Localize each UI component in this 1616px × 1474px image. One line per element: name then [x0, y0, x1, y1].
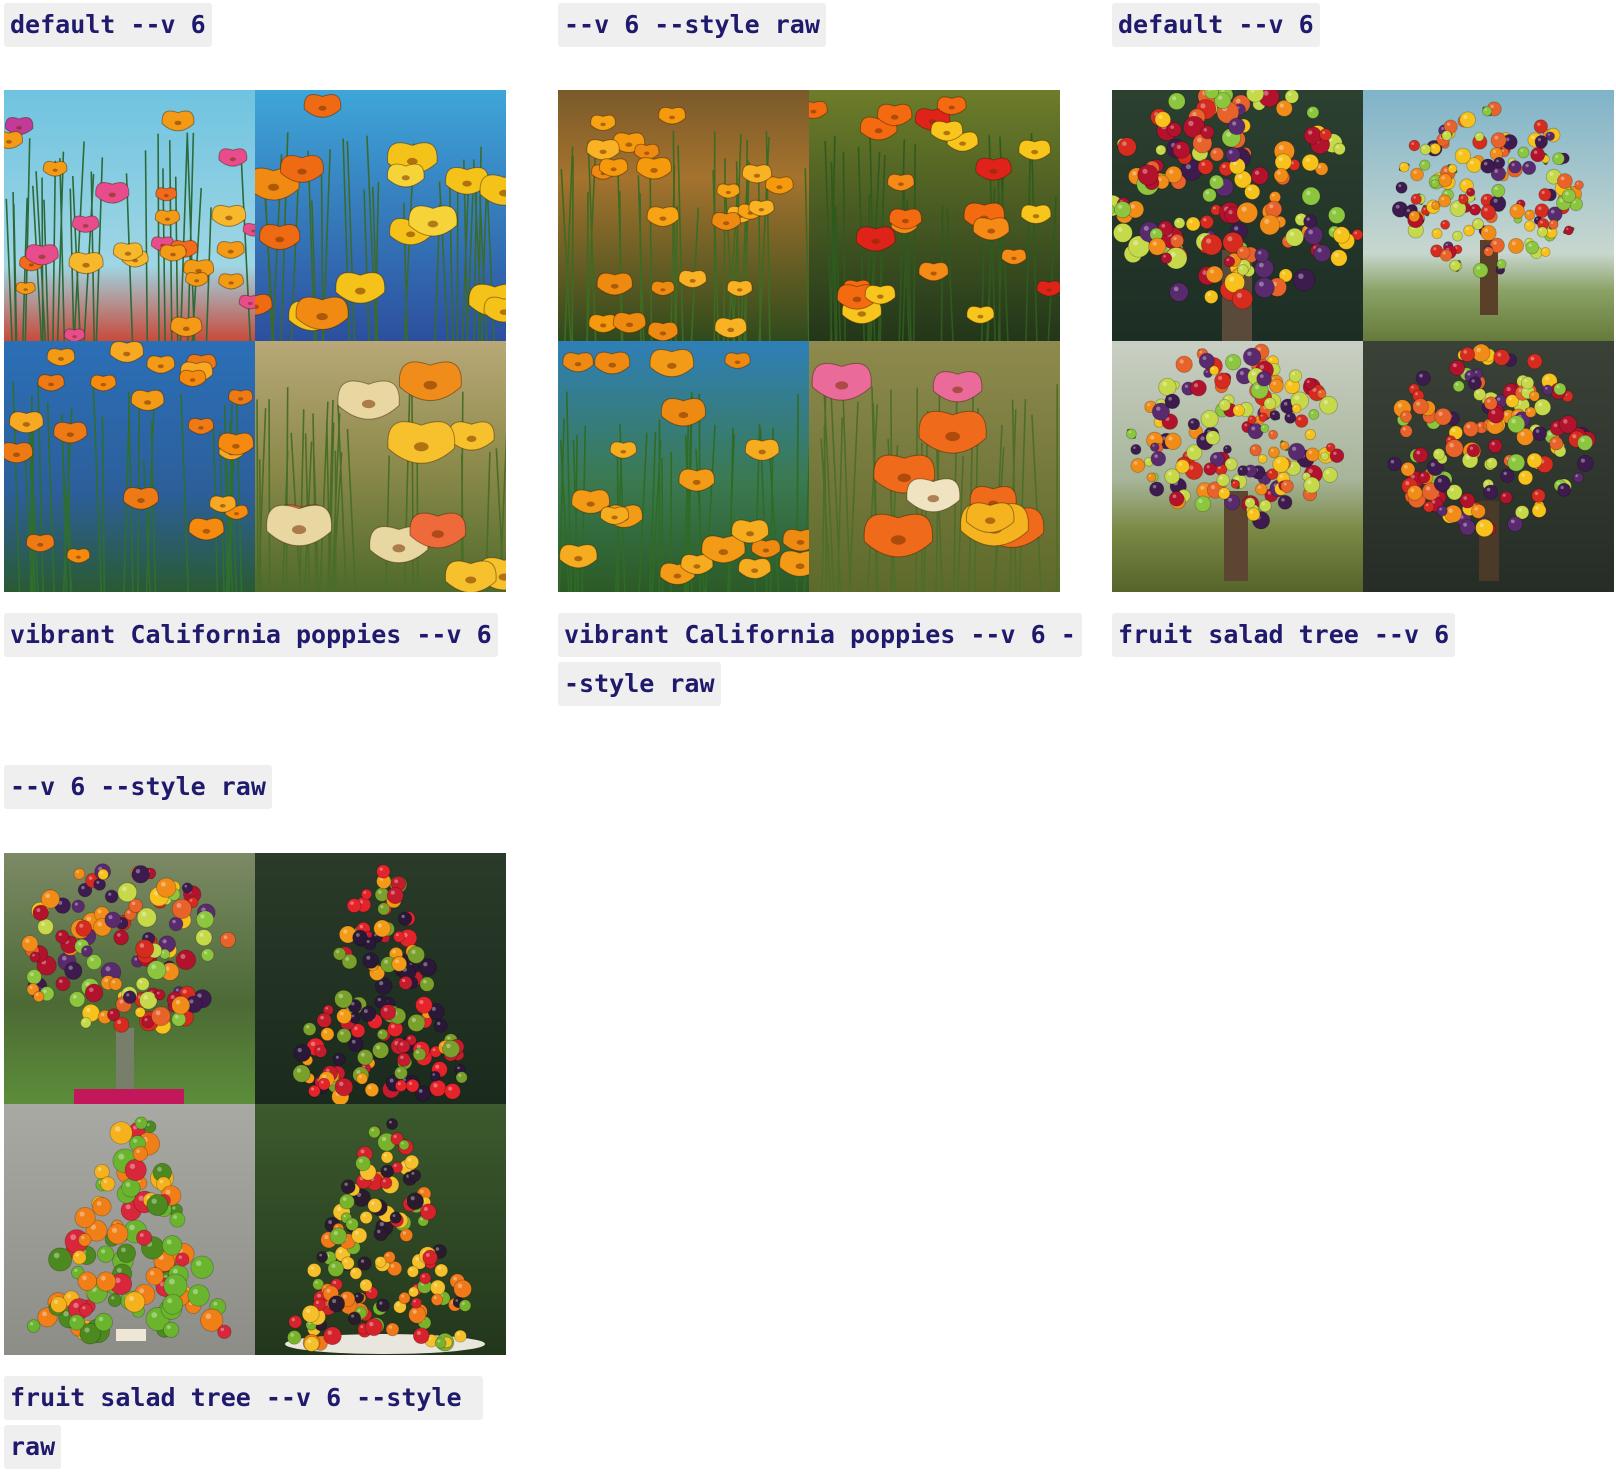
- image-tile[interactable]: [1112, 341, 1363, 592]
- group-2-image-grid[interactable]: [558, 90, 1060, 592]
- fruit-tree-painting-landscape: [1363, 90, 1614, 341]
- group-3-caption: fruit salad tree --v 6: [1112, 610, 1612, 659]
- fruit-tree-painting-dark: [1363, 341, 1614, 592]
- image-tile[interactable]: [1363, 341, 1614, 592]
- group-4-header: --v 6 --style raw: [4, 762, 524, 811]
- group-1-image-grid[interactable]: [4, 90, 506, 592]
- poppy-painting-blue-green: [558, 341, 809, 592]
- group-4-image-grid[interactable]: [4, 853, 506, 1355]
- fruit-tree-painting-dense: [1112, 90, 1363, 341]
- image-tile[interactable]: [809, 341, 1060, 592]
- group-2-header: --v 6 --style raw: [558, 0, 1078, 49]
- image-tile[interactable]: [255, 90, 506, 341]
- group-3-header: default --v 6: [1112, 0, 1612, 49]
- poppy-painting-blue: [4, 341, 255, 592]
- fruit-cone-garden: [255, 1104, 506, 1355]
- group-3-image-grid[interactable]: [1112, 90, 1614, 592]
- group-2-caption: vibrant California poppies --v 6 --style…: [558, 610, 1082, 708]
- poppy-painting-impasto-pink: [809, 341, 1060, 592]
- poppy-painting-impasto: [255, 341, 506, 592]
- image-tile[interactable]: [4, 1104, 255, 1355]
- group-4-caption: fruit salad tree --v 6 --style raw: [4, 1373, 524, 1471]
- image-tile[interactable]: [4, 90, 255, 341]
- group-1-header: default --v 6: [4, 0, 524, 49]
- image-tile[interactable]: [255, 853, 506, 1104]
- group-1-caption: vibrant California poppies --v 6: [4, 610, 524, 659]
- fruit-tree-painting-meadow: [1112, 341, 1363, 592]
- image-tile[interactable]: [255, 341, 506, 592]
- poppy-painting-stained-glass: [255, 90, 506, 341]
- image-tile[interactable]: [4, 341, 255, 592]
- poppy-photo-red-orange: [809, 90, 1060, 341]
- image-tile[interactable]: [255, 1104, 506, 1355]
- image-tile[interactable]: [809, 90, 1060, 341]
- fruit-tower-grey: [4, 1104, 255, 1355]
- image-tile[interactable]: [1112, 90, 1363, 341]
- poppy-painting-sky: [4, 90, 255, 341]
- fruit-topiary-garden: [4, 853, 255, 1104]
- image-tile[interactable]: [558, 341, 809, 592]
- poppy-photo-field: [558, 90, 809, 341]
- image-tile[interactable]: [4, 853, 255, 1104]
- image-tile[interactable]: [1363, 90, 1614, 341]
- image-tile[interactable]: [558, 90, 809, 341]
- fruit-cone-berries: [255, 853, 506, 1104]
